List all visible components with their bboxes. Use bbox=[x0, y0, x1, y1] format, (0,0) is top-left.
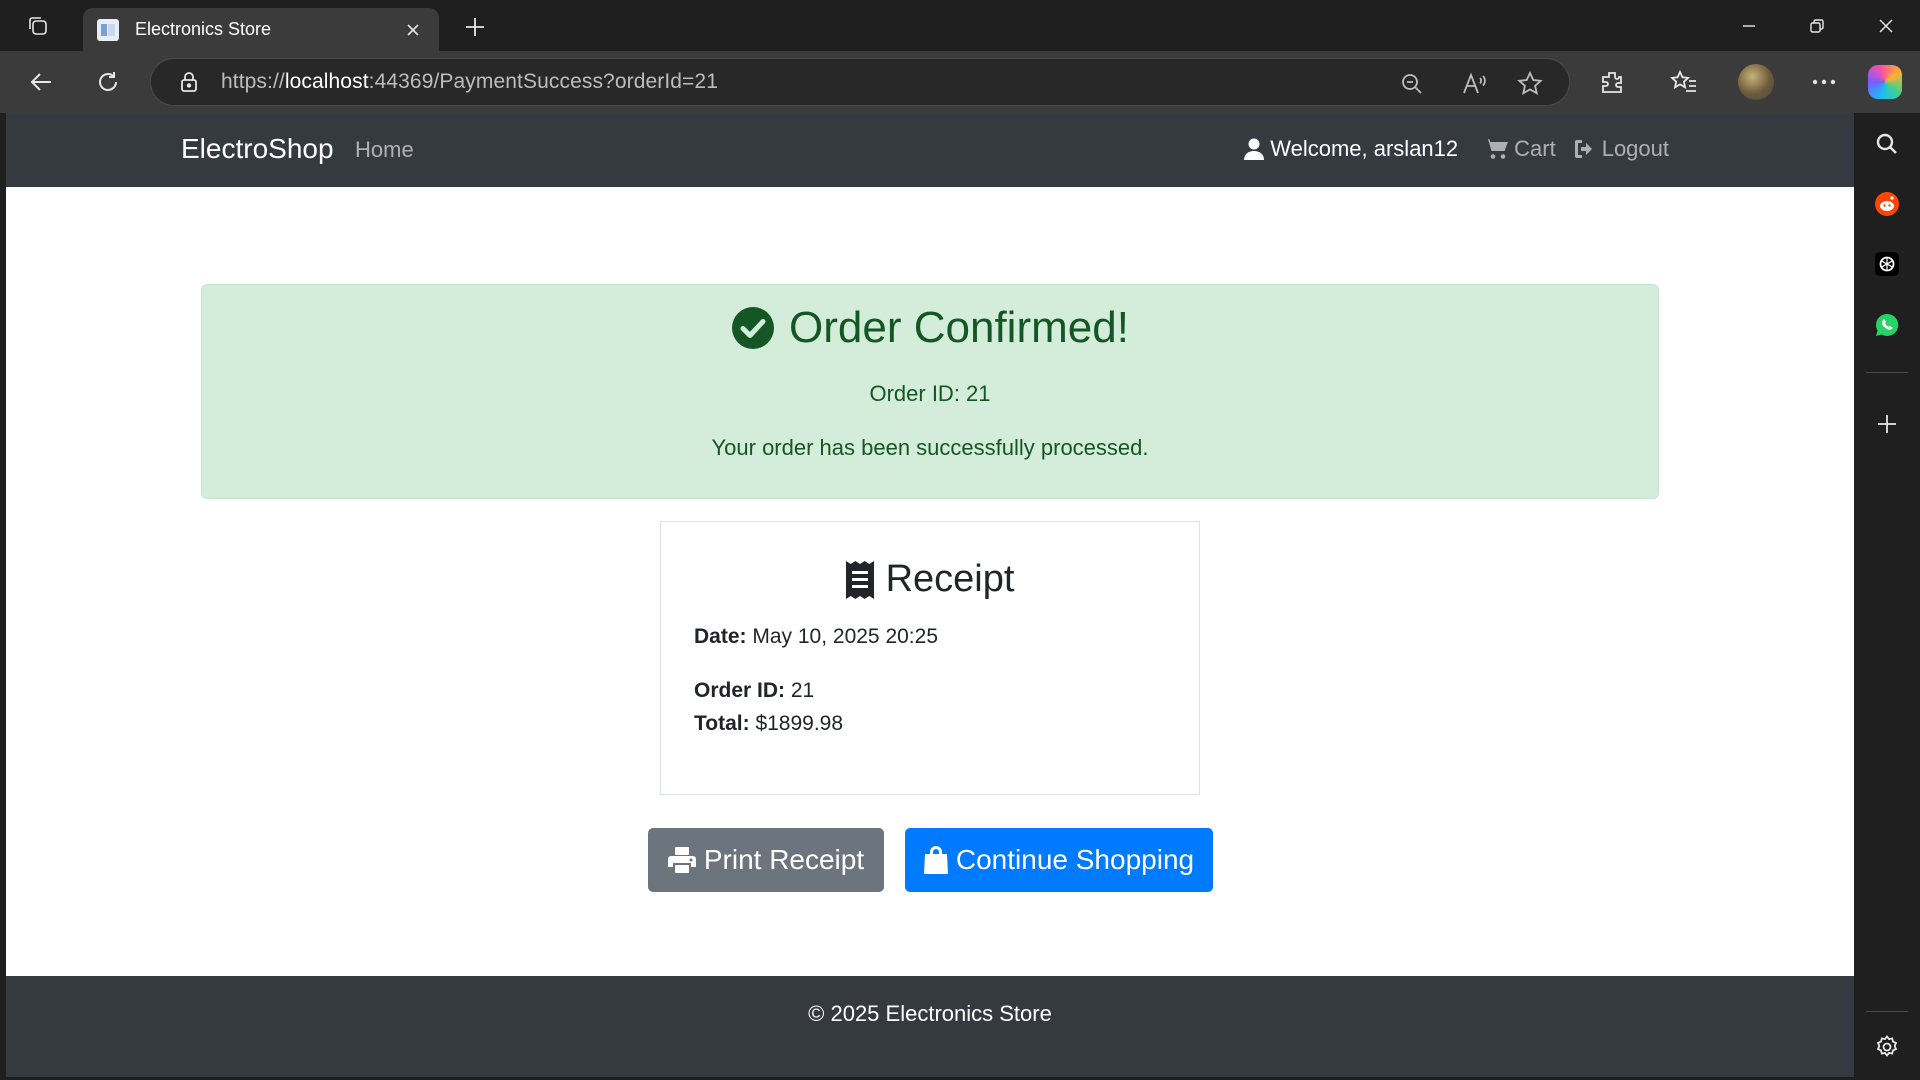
add-icon[interactable] bbox=[1871, 408, 1903, 440]
receipt-total: Total: $1899.98 bbox=[694, 712, 844, 735]
alert-heading: Order Confirmed! bbox=[202, 303, 1658, 353]
welcome-user-link[interactable]: Welcome, arslan12 bbox=[1244, 136, 1458, 162]
receipt-order-id: Order ID: 21 bbox=[694, 679, 815, 702]
check-circle-icon bbox=[732, 307, 775, 349]
close-tab-icon[interactable] bbox=[401, 18, 425, 42]
page-viewport: ElectroShop Home Welcome, arslan12 Cart … bbox=[6, 113, 1854, 1077]
cart-link[interactable]: Cart bbox=[1484, 136, 1556, 162]
receipt-title: Receipt bbox=[661, 558, 1199, 601]
search-icon[interactable] bbox=[1871, 128, 1903, 160]
restore-icon[interactable] bbox=[1783, 0, 1851, 51]
chatgpt-icon[interactable] bbox=[1871, 248, 1903, 280]
logout-icon bbox=[1574, 140, 1592, 158]
more-options-icon[interactable] bbox=[1808, 66, 1840, 98]
receipt-icon bbox=[845, 560, 874, 599]
settings-icon[interactable] bbox=[1871, 1031, 1903, 1063]
logout-link[interactable]: Logout bbox=[1574, 136, 1669, 162]
browser-tab-active[interactable]: Electronics Store bbox=[83, 8, 439, 51]
nav-user-menu: Welcome, arslan12 Cart Logout bbox=[1224, 136, 1669, 162]
extensions-icon[interactable] bbox=[1596, 66, 1628, 98]
print-receipt-label: Print Receipt bbox=[703, 844, 865, 875]
browser-titlebar: Electronics Store bbox=[0, 0, 1920, 51]
page-favicon-icon bbox=[97, 18, 119, 41]
address-bar[interactable]: https://localhost:44369/PaymentSuccess?o… bbox=[150, 58, 1570, 106]
welcome-text: Welcome, arslan12 bbox=[1270, 136, 1459, 161]
receipt-card: Receipt Date: May 10, 2025 20:25 Order I… bbox=[660, 521, 1200, 795]
sidebar-divider bbox=[1866, 1011, 1908, 1012]
print-receipt-button[interactable]: Print Receipt bbox=[648, 828, 884, 892]
back-arrow-icon[interactable] bbox=[22, 62, 62, 102]
brand-link[interactable]: ElectroShop bbox=[181, 133, 334, 165]
printer-icon bbox=[667, 847, 696, 873]
receipt-date: Date: May 10, 2025 20:25 bbox=[694, 625, 938, 648]
continue-shopping-button[interactable]: Continue Shopping bbox=[905, 828, 1213, 892]
continue-shopping-label: Continue Shopping bbox=[955, 844, 1195, 875]
profile-avatar[interactable] bbox=[1738, 64, 1774, 100]
workspaces-icon[interactable] bbox=[20, 12, 56, 40]
zoom-out-icon[interactable] bbox=[1399, 71, 1425, 97]
cart-icon bbox=[1484, 139, 1509, 159]
alert-heading-text: Order Confirmed! bbox=[789, 303, 1129, 352]
favorites-list-icon[interactable] bbox=[1668, 66, 1700, 98]
alert-message: Your order has been successfully process… bbox=[711, 435, 1149, 460]
tab-title: Electronics Store bbox=[135, 19, 272, 39]
copilot-icon[interactable] bbox=[1868, 65, 1902, 99]
new-tab-icon[interactable] bbox=[458, 10, 492, 44]
favorite-star-icon[interactable] bbox=[1517, 71, 1543, 97]
site-footer: © 2025 Electronics Store bbox=[6, 976, 1854, 1077]
minimize-icon[interactable] bbox=[1715, 0, 1783, 51]
browser-sidebar bbox=[1854, 113, 1920, 1080]
browser-toolbar: https://localhost:44369/PaymentSuccess?o… bbox=[0, 51, 1920, 113]
site-navbar: ElectroShop Home Welcome, arslan12 Cart … bbox=[6, 113, 1854, 187]
alert-order-id: Order ID: 21 bbox=[869, 381, 991, 406]
shopping-bag-icon bbox=[923, 846, 948, 874]
receipt-title-text: Receipt bbox=[885, 558, 1015, 600]
read-aloud-icon[interactable] bbox=[1461, 71, 1487, 97]
whatsapp-icon[interactable] bbox=[1871, 309, 1903, 341]
cart-label: Cart bbox=[1514, 136, 1556, 161]
reddit-icon[interactable] bbox=[1871, 188, 1903, 220]
logout-label: Logout bbox=[1601, 136, 1669, 161]
footer-text: © 2025 Electronics Store bbox=[808, 1001, 1052, 1026]
url-text[interactable]: https://localhost:44369/PaymentSuccess?o… bbox=[221, 70, 718, 94]
nav-home-link[interactable]: Home bbox=[355, 137, 414, 163]
sidebar-divider bbox=[1866, 372, 1908, 373]
refresh-icon[interactable] bbox=[88, 62, 128, 102]
user-icon bbox=[1244, 138, 1265, 160]
close-window-icon[interactable] bbox=[1852, 0, 1920, 51]
order-confirmed-alert: Order Confirmed! Order ID: 21 Your order… bbox=[201, 284, 1659, 499]
lock-icon[interactable] bbox=[177, 70, 201, 94]
